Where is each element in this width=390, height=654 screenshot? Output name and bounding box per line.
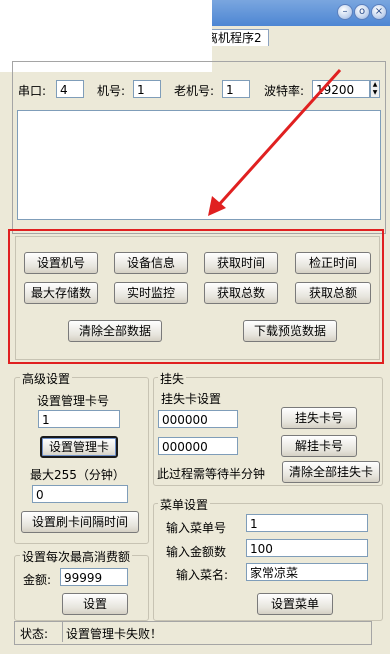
menu-amount-label: 输入金额数 xyxy=(166,545,227,559)
port-input[interactable]: 4 xyxy=(56,80,84,98)
set-admin-card-button[interactable]: 设置管理卡 xyxy=(40,436,118,458)
minimize-icon[interactable]: – xyxy=(337,4,353,20)
limit-amount-input[interactable]: 99999 xyxy=(60,568,128,586)
maximize-icon[interactable]: o xyxy=(354,4,370,20)
get-total-count-button[interactable]: 获取总数 xyxy=(204,282,278,304)
menu-name-label: 输入菜名: xyxy=(176,568,229,582)
admin-card-label: 设置管理卡号 xyxy=(37,394,110,408)
admin-card-input[interactable]: 1 xyxy=(38,410,120,428)
lost-card-title: 挂失 xyxy=(158,370,187,387)
verify-time-button[interactable]: 检正时间 xyxy=(295,252,371,274)
status-label: 状态: xyxy=(20,627,49,641)
unlost-button[interactable]: 解挂卡号 xyxy=(281,435,357,457)
close-icon[interactable]: × xyxy=(371,4,387,20)
limit-amount-label: 金额: xyxy=(23,573,52,587)
max-storage-button[interactable]: 最大存储数 xyxy=(24,282,98,304)
menu-no-input[interactable]: 1 xyxy=(246,514,368,532)
status-message: 设置管理卡失败！ xyxy=(66,627,163,641)
get-total-amount-button[interactable]: 获取总额 xyxy=(295,282,371,304)
get-time-button[interactable]: 获取时间 xyxy=(204,252,278,274)
machine-label: 机号: xyxy=(97,84,126,98)
wait-note: 此过程需等待半分钟 xyxy=(157,467,266,481)
status-divider xyxy=(62,622,63,642)
download-preview-button[interactable]: 下载预览数据 xyxy=(243,320,337,342)
limit-title: 设置每次最高消费额 xyxy=(20,548,133,565)
tab-program[interactable]: 离机程序2 xyxy=(202,29,269,46)
set-limit-button[interactable]: 设置 xyxy=(62,593,128,615)
annotation-arrow xyxy=(208,68,342,216)
baud-spin-icon[interactable]: ▲ ▼ xyxy=(370,80,380,98)
menu-no-label: 输入菜单号 xyxy=(166,521,227,535)
report-lost-button[interactable]: 挂失卡号 xyxy=(281,407,357,429)
lost-card-input-2[interactable]: 000000 xyxy=(158,437,238,455)
max-minutes-label: 最大255（分钟） xyxy=(30,468,125,482)
set-id-button[interactable]: 设置机号 xyxy=(24,252,98,274)
menu-title: 菜单设置 xyxy=(158,496,211,513)
realtime-monitor-button[interactable]: 实时监控 xyxy=(114,282,188,304)
clear-all-button[interactable]: 清除全部数据 xyxy=(68,320,162,342)
menu-amount-input[interactable]: 100 xyxy=(246,539,368,557)
set-interval-button[interactable]: 设置刷卡间隔时间 xyxy=(21,511,139,533)
lost-card-input-1[interactable]: 000000 xyxy=(158,410,238,428)
set-menu-button[interactable]: 设置菜单 xyxy=(257,593,333,615)
clear-all-lost-button[interactable]: 清除全部挂失卡 xyxy=(282,461,380,483)
interval-input[interactable]: 0 xyxy=(32,485,128,503)
arrow-shaft xyxy=(214,68,342,210)
menu-name-input[interactable]: 家常凉菜 xyxy=(246,563,368,581)
machine-input[interactable]: 1 xyxy=(133,80,161,98)
device-info-button[interactable]: 设备信息 xyxy=(114,252,188,274)
port-label: 串口: xyxy=(18,84,47,98)
advanced-title: 高级设置 xyxy=(20,370,73,387)
lost-card-sub-label: 挂失卡设置 xyxy=(161,392,222,406)
